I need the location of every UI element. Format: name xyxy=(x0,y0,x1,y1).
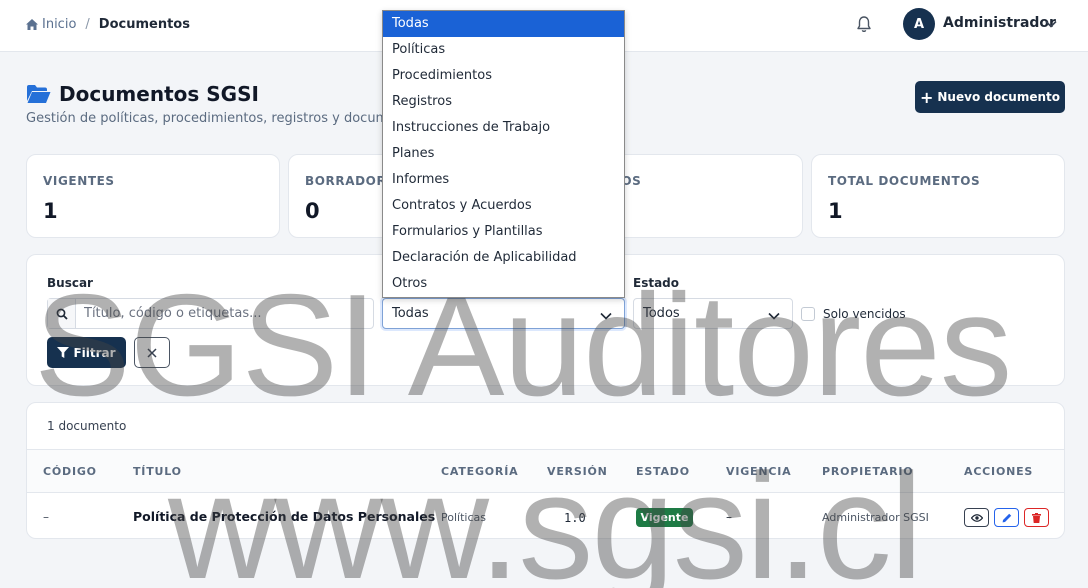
user-name[interactable]: Administrador xyxy=(943,15,1056,31)
bell-icon[interactable] xyxy=(856,15,872,37)
pencil-icon xyxy=(1002,513,1011,522)
chevron-down-icon xyxy=(768,309,780,324)
document-count: 1 documento xyxy=(47,419,127,433)
cell-owner: Administrador SGSI xyxy=(822,511,929,524)
category-option[interactable]: Otros xyxy=(383,271,624,297)
stat-value: 1 xyxy=(43,199,58,223)
category-dropdown-list: Todas Políticas Procedimientos Registros… xyxy=(382,10,625,298)
cell-category: Políticas xyxy=(441,511,486,524)
column-header-validity[interactable]: VIGENCIA xyxy=(726,465,791,478)
category-select-value: Todas xyxy=(392,306,429,321)
column-header-code[interactable]: CÓDIGO xyxy=(43,465,97,478)
close-icon xyxy=(147,347,157,358)
clear-filters-button[interactable] xyxy=(134,337,170,368)
column-header-title[interactable]: TÍTULO xyxy=(133,465,182,478)
column-header-version[interactable]: VERSIÓN xyxy=(547,465,608,478)
cell-title[interactable]: Política de Protección de Datos Personal… xyxy=(133,509,435,524)
stat-value: 1 xyxy=(828,199,843,223)
state-label: Estado xyxy=(633,276,680,290)
category-option[interactable]: Formularios y Plantillas xyxy=(383,219,624,245)
breadcrumb-separator: / xyxy=(85,17,90,32)
stat-card-total: TOTAL DOCUMENTOS 1 xyxy=(811,154,1065,238)
new-document-button[interactable]: + Nuevo documento xyxy=(915,81,1065,113)
funnel-icon xyxy=(57,347,70,358)
column-header-category[interactable]: CATEGORÍA xyxy=(441,465,518,478)
category-option[interactable]: Instrucciones de Trabajo xyxy=(383,115,624,141)
view-button[interactable] xyxy=(964,508,989,527)
stat-card-vigentes: VIGENTES 1 xyxy=(26,154,280,238)
status-badge: Vigente xyxy=(636,508,693,527)
page-title: Documentos SGSI xyxy=(59,82,259,106)
trash-icon xyxy=(1032,512,1041,523)
state-select[interactable]: Todos xyxy=(633,298,793,329)
new-document-label: Nuevo documento xyxy=(937,90,1061,104)
category-option[interactable]: Políticas xyxy=(383,37,624,63)
stat-value: 0 xyxy=(305,199,320,223)
page-subtitle: Gestión de políticas, procedimientos, re… xyxy=(26,111,382,126)
search-field xyxy=(47,298,374,329)
category-option[interactable]: Contratos y Acuerdos xyxy=(383,193,624,219)
cell-version: 1.0 xyxy=(564,511,586,525)
cell-code: – xyxy=(43,510,49,524)
plus-icon: + xyxy=(919,87,934,107)
search-label: Buscar xyxy=(47,276,93,290)
breadcrumb-home-label: Inicio xyxy=(42,17,77,32)
breadcrumb-home-link[interactable]: Inicio xyxy=(26,17,76,32)
category-option[interactable]: Planes xyxy=(383,141,624,167)
column-header-owner[interactable]: PROPIETARIO xyxy=(822,465,913,478)
home-icon xyxy=(26,19,38,30)
search-icon xyxy=(48,299,76,328)
only-expired-label[interactable]: Solo vencidos xyxy=(823,307,906,321)
category-option[interactable]: Informes xyxy=(383,167,624,193)
cell-validity: – xyxy=(726,510,732,524)
category-option[interactable]: Procedimientos xyxy=(383,63,624,89)
eye-icon xyxy=(970,513,983,522)
search-input[interactable] xyxy=(76,299,373,328)
edit-button[interactable] xyxy=(994,508,1019,527)
only-expired-checkbox[interactable] xyxy=(801,307,815,321)
avatar[interactable]: A xyxy=(903,8,935,40)
page-header: Documentos SGSI xyxy=(26,82,259,106)
delete-button[interactable] xyxy=(1024,508,1049,527)
breadcrumb-current: Documentos xyxy=(98,17,190,32)
filter-button-label: Filtrar xyxy=(73,345,116,360)
category-option[interactable]: Todas xyxy=(383,11,624,37)
folder-open-icon xyxy=(27,85,51,103)
chevron-down-icon[interactable] xyxy=(1045,17,1057,32)
column-header-actions: ACCIONES xyxy=(964,465,1034,478)
category-option[interactable]: Registros xyxy=(383,89,624,115)
category-option[interactable]: Declaración de Aplicabilidad xyxy=(383,245,624,271)
filter-button[interactable]: Filtrar xyxy=(47,337,126,368)
chevron-down-icon xyxy=(600,309,612,324)
state-select-value: Todos xyxy=(643,306,680,321)
column-header-status[interactable]: ESTADO xyxy=(636,465,690,478)
breadcrumb: Inicio / Documentos xyxy=(26,17,190,32)
stat-label: VIGENTES xyxy=(43,174,115,188)
category-select[interactable]: Todas xyxy=(382,298,625,329)
stat-label: TOTAL DOCUMENTOS xyxy=(828,174,981,188)
